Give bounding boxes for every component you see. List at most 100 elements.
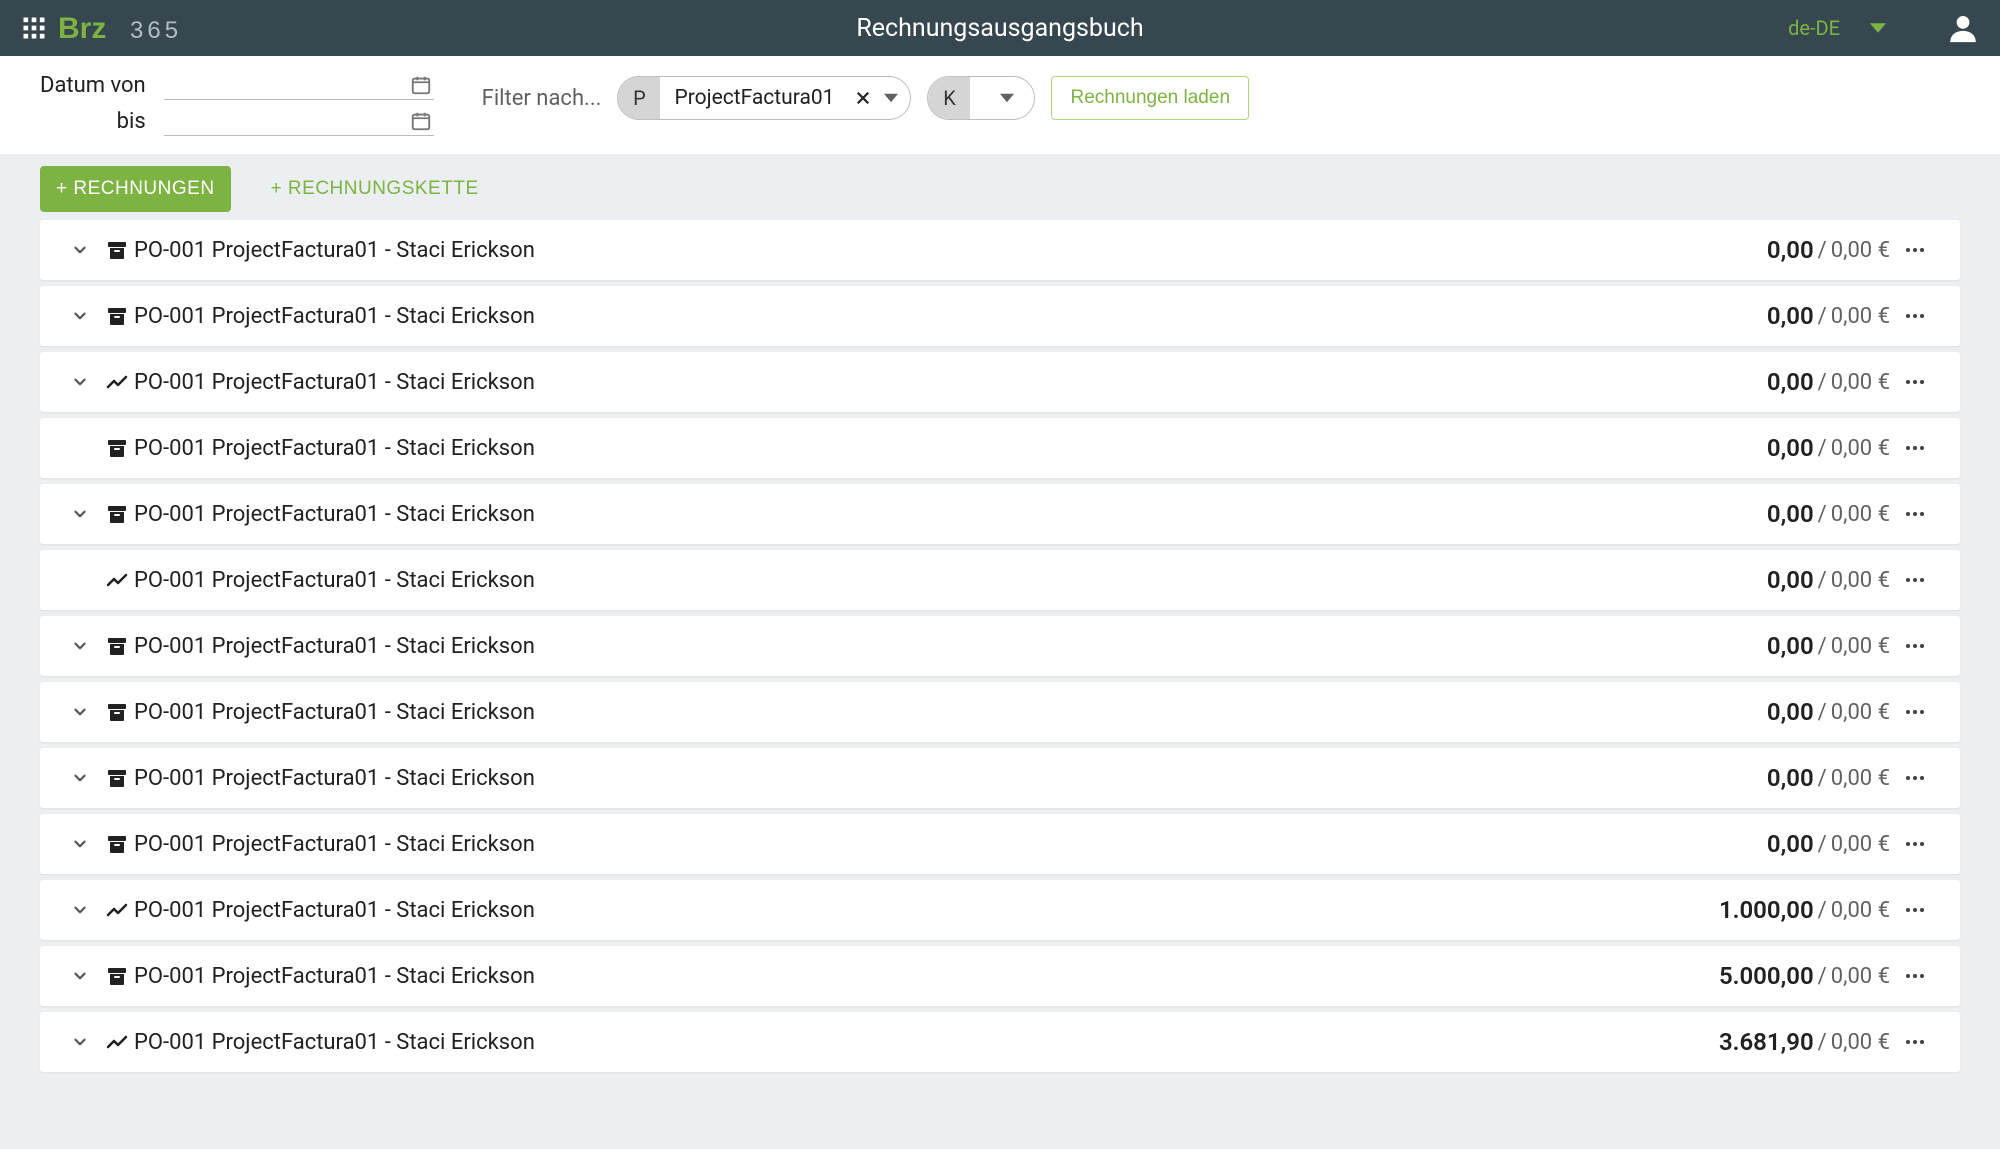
filter-chip-customer[interactable]: K	[927, 76, 1035, 120]
chevron-down-icon[interactable]	[60, 769, 100, 787]
archive-icon	[100, 766, 134, 790]
archive-icon	[100, 436, 134, 460]
list-item[interactable]: PO-001 ProjectFactura01 - Staci Erickson…	[40, 484, 1960, 544]
list-item[interactable]: PO-001 ProjectFactura01 - Staci Erickson…	[40, 352, 1960, 412]
more-options-icon[interactable]	[1890, 898, 1940, 922]
filter-by-label: Filter nach...	[482, 86, 602, 111]
archive-icon	[100, 832, 134, 856]
load-invoices-button[interactable]: Rechnungen laden	[1051, 76, 1249, 120]
add-invoices-button[interactable]: + RECHNUNGEN	[40, 166, 231, 212]
amount-separator: /	[1814, 634, 1831, 659]
row-title: PO-001 ProjectFactura01 - Staci Erickson	[134, 568, 535, 593]
row-amount-secondary: 0,00 €	[1831, 898, 1890, 923]
row-amount-secondary: 0,00 €	[1831, 370, 1890, 395]
chevron-down-icon[interactable]	[60, 307, 100, 325]
more-options-icon[interactable]	[1890, 700, 1940, 724]
date-from-input[interactable]	[164, 70, 434, 100]
chevron-down-icon[interactable]	[878, 91, 910, 105]
list-item[interactable]: PO-001 ProjectFactura01 - Staci Erickson…	[40, 682, 1960, 742]
add-invoice-chain-button[interactable]: + RECHNUNGSKETTE	[255, 166, 495, 212]
amount-separator: /	[1814, 436, 1831, 461]
list-item[interactable]: PO-001 ProjectFactura01 - Staci Erickson…	[40, 220, 1960, 280]
archive-icon	[100, 700, 134, 724]
list-item[interactable]: PO-001 ProjectFactura01 - Staci Erickson…	[40, 748, 1960, 808]
more-options-icon[interactable]	[1890, 964, 1940, 988]
user-account-icon[interactable]	[1946, 11, 1980, 45]
archive-icon	[100, 238, 134, 262]
list-item[interactable]: PO-001 ProjectFactura01 - Staci Erickson…	[40, 1012, 1960, 1072]
svg-text:Brz: Brz	[58, 12, 106, 44]
filter-chip-project[interactable]: P ProjectFactura01	[617, 76, 911, 120]
row-title: PO-001 ProjectFactura01 - Staci Erickson	[134, 238, 535, 263]
row-amount-secondary: 0,00 €	[1831, 766, 1890, 791]
tab-bar: + RECHNUNGEN + RECHNUNGSKETTE	[0, 154, 2000, 212]
row-title: PO-001 ProjectFactura01 - Staci Erickson	[134, 502, 535, 527]
chart-icon	[100, 568, 134, 592]
chevron-down-icon[interactable]	[60, 373, 100, 391]
list-item[interactable]: PO-001 ProjectFactura01 - Staci Erickson…	[40, 616, 1960, 676]
close-icon[interactable]	[848, 89, 878, 107]
more-options-icon[interactable]	[1890, 370, 1940, 394]
amount-separator: /	[1814, 370, 1831, 395]
amount-separator: /	[1814, 964, 1831, 989]
locale-value: de-DE	[1788, 16, 1840, 40]
row-amount-secondary: 0,00 €	[1831, 502, 1890, 527]
amount-separator: /	[1814, 568, 1831, 593]
row-amount-primary: 3.681,90	[1719, 1028, 1814, 1056]
row-title: PO-001 ProjectFactura01 - Staci Erickson	[134, 832, 535, 857]
amount-separator: /	[1814, 700, 1831, 725]
chip-prefix: K	[928, 77, 970, 119]
chip-prefix: P	[618, 77, 660, 119]
row-amount-primary: 1.000,00	[1719, 896, 1814, 924]
topbar: Brz 365 Rechnungsausgangsbuch de-DE	[0, 0, 2000, 56]
row-title: PO-001 ProjectFactura01 - Staci Erickson	[134, 436, 535, 461]
list-item[interactable]: PO-001 ProjectFactura01 - Staci Erickson…	[40, 286, 1960, 346]
apps-grid-icon[interactable]	[20, 14, 48, 42]
row-title: PO-001 ProjectFactura01 - Staci Erickson	[134, 1030, 535, 1055]
calendar-icon[interactable]	[410, 74, 432, 96]
calendar-icon[interactable]	[410, 110, 432, 132]
more-options-icon[interactable]	[1890, 436, 1940, 460]
archive-icon	[100, 502, 134, 526]
row-title: PO-001 ProjectFactura01 - Staci Erickson	[134, 766, 535, 791]
more-options-icon[interactable]	[1890, 568, 1940, 592]
chevron-down-icon[interactable]	[60, 835, 100, 853]
archive-icon	[100, 964, 134, 988]
more-options-icon[interactable]	[1890, 766, 1940, 790]
date-to-input[interactable]	[164, 106, 434, 136]
more-options-icon[interactable]	[1890, 1030, 1940, 1054]
row-amount-secondary: 0,00 €	[1831, 964, 1890, 989]
chevron-down-icon[interactable]	[60, 505, 100, 523]
amount-separator: /	[1814, 832, 1831, 857]
list-item[interactable]: PO-001 ProjectFactura01 - Staci Erickson…	[40, 814, 1960, 874]
list-item[interactable]: PO-001 ProjectFactura01 - Staci Erickson…	[40, 946, 1960, 1006]
chevron-down-icon[interactable]	[60, 967, 100, 985]
more-options-icon[interactable]	[1890, 304, 1940, 328]
locale-select[interactable]: de-DE	[1788, 16, 1886, 40]
chevron-down-icon[interactable]	[60, 241, 100, 259]
chevron-down-icon[interactable]	[60, 703, 100, 721]
chevron-down-icon[interactable]	[970, 91, 1034, 105]
row-amount-secondary: 0,00 €	[1831, 568, 1890, 593]
row-title: PO-001 ProjectFactura01 - Staci Erickson	[134, 964, 535, 989]
chevron-down-icon[interactable]	[60, 637, 100, 655]
row-amount-primary: 5.000,00	[1719, 962, 1814, 990]
more-options-icon[interactable]	[1890, 502, 1940, 526]
chevron-down-icon[interactable]	[60, 901, 100, 919]
list-item[interactable]: PO-001 ProjectFactura01 - Staci Erickson…	[40, 550, 1960, 610]
list-item[interactable]: PO-001 ProjectFactura01 - Staci Erickson…	[40, 880, 1960, 940]
more-options-icon[interactable]	[1890, 238, 1940, 262]
row-title: PO-001 ProjectFactura01 - Staci Erickson	[134, 370, 535, 395]
chevron-down-icon[interactable]	[60, 1033, 100, 1051]
archive-icon	[100, 634, 134, 658]
brand-logo[interactable]: Brz 365	[58, 12, 238, 44]
more-options-icon[interactable]	[1890, 832, 1940, 856]
amount-separator: /	[1814, 1030, 1831, 1055]
row-amount-primary: 0,00	[1767, 500, 1814, 528]
list-item[interactable]: PO-001 ProjectFactura01 - Staci Erickson…	[40, 418, 1960, 478]
row-amount-secondary: 0,00 €	[1831, 832, 1890, 857]
more-options-icon[interactable]	[1890, 634, 1940, 658]
chart-icon	[100, 1030, 134, 1054]
amount-separator: /	[1814, 238, 1831, 263]
row-amount-primary: 0,00	[1767, 632, 1814, 660]
